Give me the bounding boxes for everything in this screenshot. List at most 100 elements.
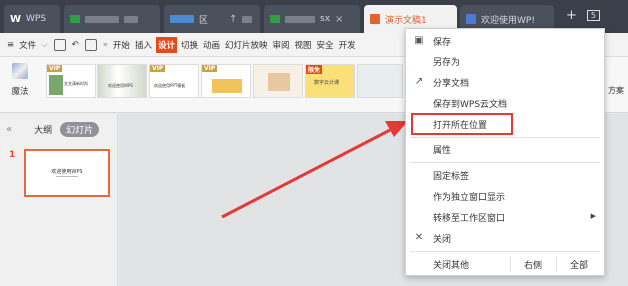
menu-save-as[interactable]: 另存为 [406,51,604,71]
menu-move-workspace[interactable]: 转移至工作区窗口 ▶ [406,207,604,227]
menu-home[interactable]: 开始 [112,38,131,52]
tab-title-redacted [85,15,119,23]
chevron-right-icon: ▶ [590,212,596,220]
share-icon: ↗ [414,76,424,87]
tab-context-menu: ▣ 保存 另存为 ↗ 分享文档 保存到WPS云文档 打开所在位置 属性 固定标签… [405,28,605,276]
new-tab-button[interactable]: + [566,8,577,23]
close-icon[interactable]: × [335,14,343,25]
template-thumbnail[interactable]: VIP 文艺清新时尚 [46,64,96,98]
tab-active-label: 演示文稿1 [385,15,427,26]
save-icon: ▣ [414,35,424,46]
close-right-button[interactable]: 右侧 [524,258,542,271]
template-caption: 数字云计课 [314,80,340,86]
menu-transition[interactable]: 切换 [180,38,199,52]
spreadsheet-icon [270,15,280,23]
close-options-row: 关闭其他 右侧 全部 [406,254,604,274]
slide-number: 1 [9,150,16,160]
menu-divider [556,256,557,272]
tab-document-3[interactable]: sx × [264,5,360,33]
slide-thumbnail-subtitle [56,176,78,177]
menu-close-label: 关闭 [433,234,452,245]
close-others-button[interactable]: 关闭其他 [433,258,469,271]
menu-animation[interactable]: 动画 [202,38,221,52]
menu-view[interactable]: 视图 [294,38,313,52]
menu-save[interactable]: ▣ 保存 [406,31,604,51]
tab-slides[interactable]: 幻灯片 [60,121,100,137]
wps-window: W WPS 区 ↑ sx × 演示文稿1 欢迎使用WP! + 5 ≡ 文件 ⌵ … [0,0,628,286]
slide-thumbnail[interactable]: 欢迎使用WPS [24,149,110,197]
close-all-button[interactable]: 全部 [570,258,588,271]
menu-save-label: 保存 [433,37,452,48]
collapse-icon[interactable]: « [6,124,12,135]
slide-panel-tabs: « 大纲 幻灯片 [0,120,118,138]
wps-logo-icon: W [10,13,22,25]
menu-divider [410,162,600,163]
tab-title-redacted [124,15,138,23]
menu-divider [410,137,600,138]
template-thumbnail[interactable]: 欢迎使用WPS [97,64,147,98]
template-image [98,65,146,97]
chevron-down-icon[interactable]: ⌵ [40,39,48,51]
tab-count-badge[interactable]: 5 [586,10,600,21]
print-icon[interactable] [84,38,97,51]
menu-pin-tab[interactable]: 固定标签 [406,165,604,185]
template-thumbnail[interactable]: VIP [201,64,251,98]
more-icon[interactable]: » [102,39,109,51]
menu-save-as-label: 另存为 [433,57,461,68]
menu-security[interactable]: 安全 [316,38,335,52]
template-caption: 欢迎使用PPT模板 [154,83,186,88]
slide-panel: « 大纲 幻灯片 1 欢迎使用WPS [0,114,118,286]
template-thumbnail[interactable]: VIP 欢迎使用PPT模板 [149,64,199,98]
menu-move-workspace-label: 转移至工作区窗口 [433,213,506,224]
template-thumbnail[interactable] [253,64,303,98]
tabbar-actions: + 5 [566,8,600,23]
menu-properties-label: 属性 [433,145,452,156]
menu-save-cloud[interactable]: 保存到WPS云文档 [406,93,604,113]
template-caption: 欢迎使用WPS [108,83,133,88]
template-thumbnail[interactable]: 限免 数字云计课 [305,64,355,98]
menu-divider [410,251,600,252]
close-icon: ✕ [414,232,424,243]
slide-thumbnail-title: 欢迎使用WPS [51,169,83,175]
menu-share-label: 分享文档 [433,78,470,89]
vip-badge: VIP [47,65,63,72]
menu-new-window-label: 作为独立窗口显示 [433,192,506,203]
ribbon-scheme-label[interactable]: 方案 [608,85,624,96]
menu-divider [510,256,511,272]
tab-wps-home[interactable]: W WPS [4,5,60,33]
tab-document-2[interactable]: 区 ↑ [164,5,260,33]
vip-badge: VIP [150,65,166,72]
tab-document-3-label: sx [320,14,331,24]
menu-properties[interactable]: 属性 [406,139,604,159]
template-caption: 文艺清新时尚 [64,81,88,86]
writer-icon [466,14,476,24]
menu-insert[interactable]: 插入 [134,38,153,52]
tab-welcome-label: 欢迎使用WP! [481,15,535,26]
tab-document-1[interactable] [64,5,160,33]
menu-share[interactable]: ↗ 分享文档 [406,72,604,92]
template-thumbnail[interactable] [357,64,403,98]
magic-button[interactable]: 魔法 [6,63,34,97]
free-badge: 限免 [306,65,323,74]
template-image [212,79,242,93]
menu-new-window[interactable]: 作为独立窗口显示 [406,186,604,206]
magic-label: 魔法 [11,87,29,97]
undo-icon[interactable]: ↶ [71,39,80,51]
menu-close[interactable]: ✕ 关闭 [406,228,604,248]
save-icon[interactable] [53,38,66,51]
menu-slideshow[interactable]: 幻灯片放映 [224,38,269,52]
highlight-box [411,113,513,135]
menu-pin-tab-label: 固定标签 [433,171,470,182]
menu-file[interactable]: 文件 [18,38,37,52]
tab-document-2-label: 区 [199,15,209,26]
menu-design[interactable]: 设计 [155,36,177,53]
menu-developer[interactable]: 开发 [338,38,357,52]
template-image [49,75,63,95]
tab-outline[interactable]: 大纲 [34,123,52,136]
magic-wand-icon [12,63,28,79]
menu-save-cloud-label: 保存到WPS云文档 [433,99,508,110]
menu-review[interactable]: 审阅 [272,38,291,52]
doc-icon [170,15,194,23]
pin-icon[interactable]: ↑ [229,14,237,25]
hamburger-icon[interactable]: ≡ [6,39,15,51]
